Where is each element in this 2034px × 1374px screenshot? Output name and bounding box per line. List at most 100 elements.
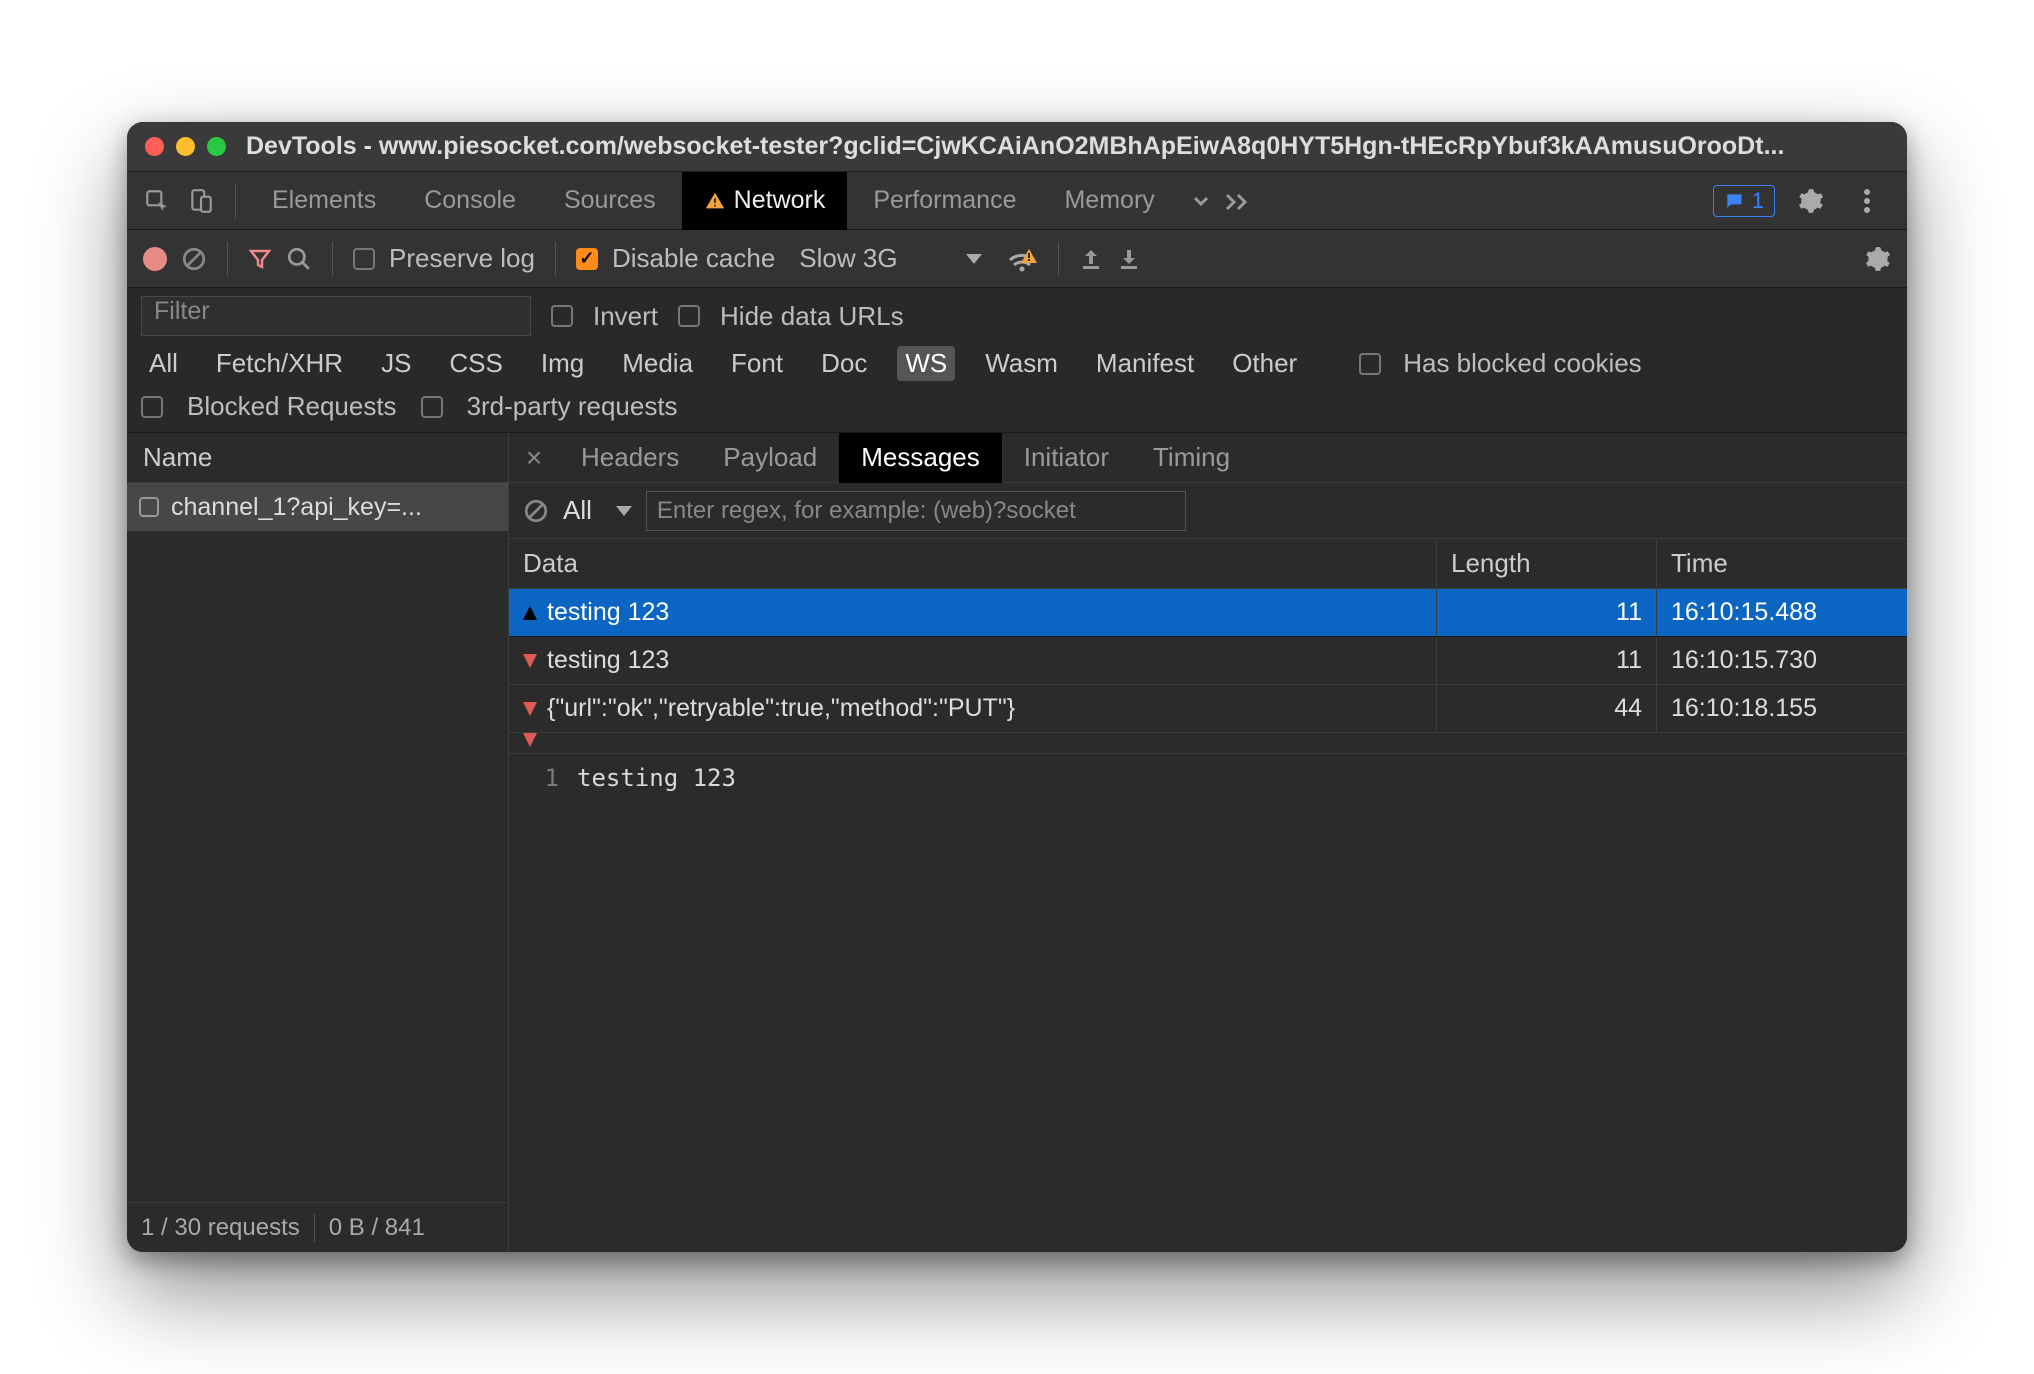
rtype-wasm[interactable]: Wasm [977, 346, 1066, 381]
message-length: 11 [1437, 637, 1657, 684]
window-zoom-button[interactable] [207, 137, 226, 156]
preserve-log-checkbox[interactable] [353, 248, 375, 270]
filter-placeholder: Filter [154, 297, 210, 325]
col-length[interactable]: Length [1437, 539, 1657, 588]
request-row[interactable]: channel_1?api_key=... [127, 483, 508, 531]
tab-initiator[interactable]: Initiator [1002, 433, 1131, 483]
window-minimize-button[interactable] [176, 137, 195, 156]
filter-input[interactable]: Filter [141, 296, 531, 336]
network-conditions-icon[interactable] [1006, 246, 1038, 272]
detail-tabs: × Headers Payload Messages Initiator Tim… [509, 433, 1907, 483]
devtools-window: DevTools - www.piesocket.com/websocket-t… [127, 122, 1907, 1252]
rtype-manifest[interactable]: Manifest [1088, 346, 1202, 381]
message-detail-pane: 1 testing 123 [509, 754, 1907, 1252]
third-party-checkbox[interactable] [421, 396, 443, 418]
divider [555, 242, 556, 276]
tab-performance[interactable]: Performance [851, 172, 1038, 230]
record-button[interactable] [143, 247, 167, 271]
messages-table-header: Data Length Time [509, 539, 1907, 589]
tab-timing[interactable]: Timing [1131, 433, 1252, 483]
divider [227, 242, 228, 276]
message-content[interactable]: testing 123 [571, 754, 1907, 1252]
message-time: 16:10:15.488 [1657, 589, 1907, 636]
messages-regex-placeholder: Enter regex, for example: (web)?socket [657, 497, 1076, 525]
throttling-value: Slow 3G [799, 243, 897, 274]
tab-elements[interactable]: Elements [250, 172, 398, 230]
close-detail-icon[interactable]: × [509, 442, 559, 474]
rtype-font[interactable]: Font [723, 346, 791, 381]
rtype-css[interactable]: CSS [441, 346, 510, 381]
rtype-fetchxhr[interactable]: Fetch/XHR [208, 346, 351, 381]
network-filter-bar: Filter Invert Hide data URLs All Fetch/X… [127, 288, 1907, 433]
more-tabs-chevron-icon[interactable] [1181, 181, 1221, 221]
rtype-media[interactable]: Media [614, 346, 701, 381]
download-har-icon[interactable] [1117, 247, 1141, 271]
tab-memory[interactable]: Memory [1042, 172, 1176, 230]
divider [1058, 242, 1059, 276]
request-detail-panel: × Headers Payload Messages Initiator Tim… [509, 433, 1907, 1252]
divider [314, 1214, 315, 1242]
col-time[interactable]: Time [1657, 539, 1907, 588]
tab-payload[interactable]: Payload [701, 433, 839, 483]
requests-footer: 1 / 30 requests 0 B / 841 [127, 1202, 508, 1252]
filter-toggle-icon[interactable] [248, 247, 272, 271]
hide-data-urls-label: Hide data URLs [720, 301, 904, 332]
messages-regex-input[interactable]: Enter regex, for example: (web)?socket [646, 491, 1186, 531]
resource-type-filters: All Fetch/XHR JS CSS Img Media Font Doc … [141, 346, 1893, 381]
divider [235, 183, 236, 219]
invert-checkbox[interactable] [551, 305, 573, 327]
message-data: testing 123 [547, 646, 669, 675]
tab-sources[interactable]: Sources [542, 172, 678, 230]
third-party-label: 3rd-party requests [467, 391, 678, 422]
rtype-ws[interactable]: WS [897, 346, 955, 381]
has-blocked-cookies-checkbox[interactable] [1359, 353, 1381, 375]
tab-network[interactable]: Network [682, 172, 848, 230]
rtype-img[interactable]: Img [533, 346, 592, 381]
messages-scope-select[interactable]: All [563, 495, 632, 526]
chevron-down-icon [616, 506, 632, 516]
kebab-menu-icon[interactable] [1847, 181, 1887, 221]
upload-har-icon[interactable] [1079, 247, 1103, 271]
throttling-select[interactable]: Slow 3G [789, 243, 981, 274]
tab-headers[interactable]: Headers [559, 433, 701, 483]
message-row[interactable]: testing 123 11 16:10:15.730 [509, 637, 1907, 685]
requests-header-name[interactable]: Name [127, 433, 508, 483]
preserve-log-label: Preserve log [389, 243, 535, 274]
ws-frame-icon [139, 497, 159, 517]
traffic-lights [145, 137, 226, 156]
settings-gear-icon[interactable] [1791, 181, 1831, 221]
disable-cache-checkbox[interactable] [576, 248, 598, 270]
search-icon[interactable] [286, 246, 312, 272]
arrow-down-icon [523, 654, 537, 668]
message-row[interactable]: testing 123 11 16:10:15.488 [509, 589, 1907, 637]
overflow-chevrons-icon[interactable] [1219, 181, 1259, 221]
hide-data-urls-checkbox[interactable] [678, 305, 700, 327]
message-time: 16:10:15.730 [1657, 637, 1907, 684]
messages-scope-value: All [563, 495, 592, 526]
rtype-js[interactable]: JS [373, 346, 419, 381]
rtype-other[interactable]: Other [1224, 346, 1305, 381]
rtype-doc[interactable]: Doc [813, 346, 875, 381]
tab-messages[interactable]: Messages [839, 433, 1002, 483]
requests-empty-space [127, 531, 508, 1202]
issues-count: 1 [1752, 188, 1764, 214]
window-title: DevTools - www.piesocket.com/websocket-t… [246, 132, 1784, 161]
network-content: Name channel_1?api_key=... 1 / 30 reques… [127, 433, 1907, 1252]
blocked-requests-checkbox[interactable] [141, 396, 163, 418]
rtype-all[interactable]: All [141, 346, 186, 381]
tab-console[interactable]: Console [402, 172, 538, 230]
requests-panel: Name channel_1?api_key=... 1 / 30 reques… [127, 433, 509, 1252]
network-settings-gear-icon[interactable] [1865, 246, 1891, 272]
chat-icon [1724, 191, 1744, 211]
inspect-element-icon[interactable] [137, 181, 177, 221]
tab-network-label: Network [734, 186, 826, 215]
message-row[interactable]: {"url":"ok","retryable":true,"method":"P… [509, 685, 1907, 733]
has-blocked-cookies-label: Has blocked cookies [1403, 348, 1641, 379]
arrow-down-icon [523, 733, 537, 747]
clear-icon[interactable] [181, 246, 207, 272]
device-toolbar-icon[interactable] [181, 181, 221, 221]
col-data[interactable]: Data [509, 539, 1437, 588]
clear-messages-icon[interactable] [523, 498, 549, 524]
issues-badge[interactable]: 1 [1713, 185, 1775, 217]
window-close-button[interactable] [145, 137, 164, 156]
